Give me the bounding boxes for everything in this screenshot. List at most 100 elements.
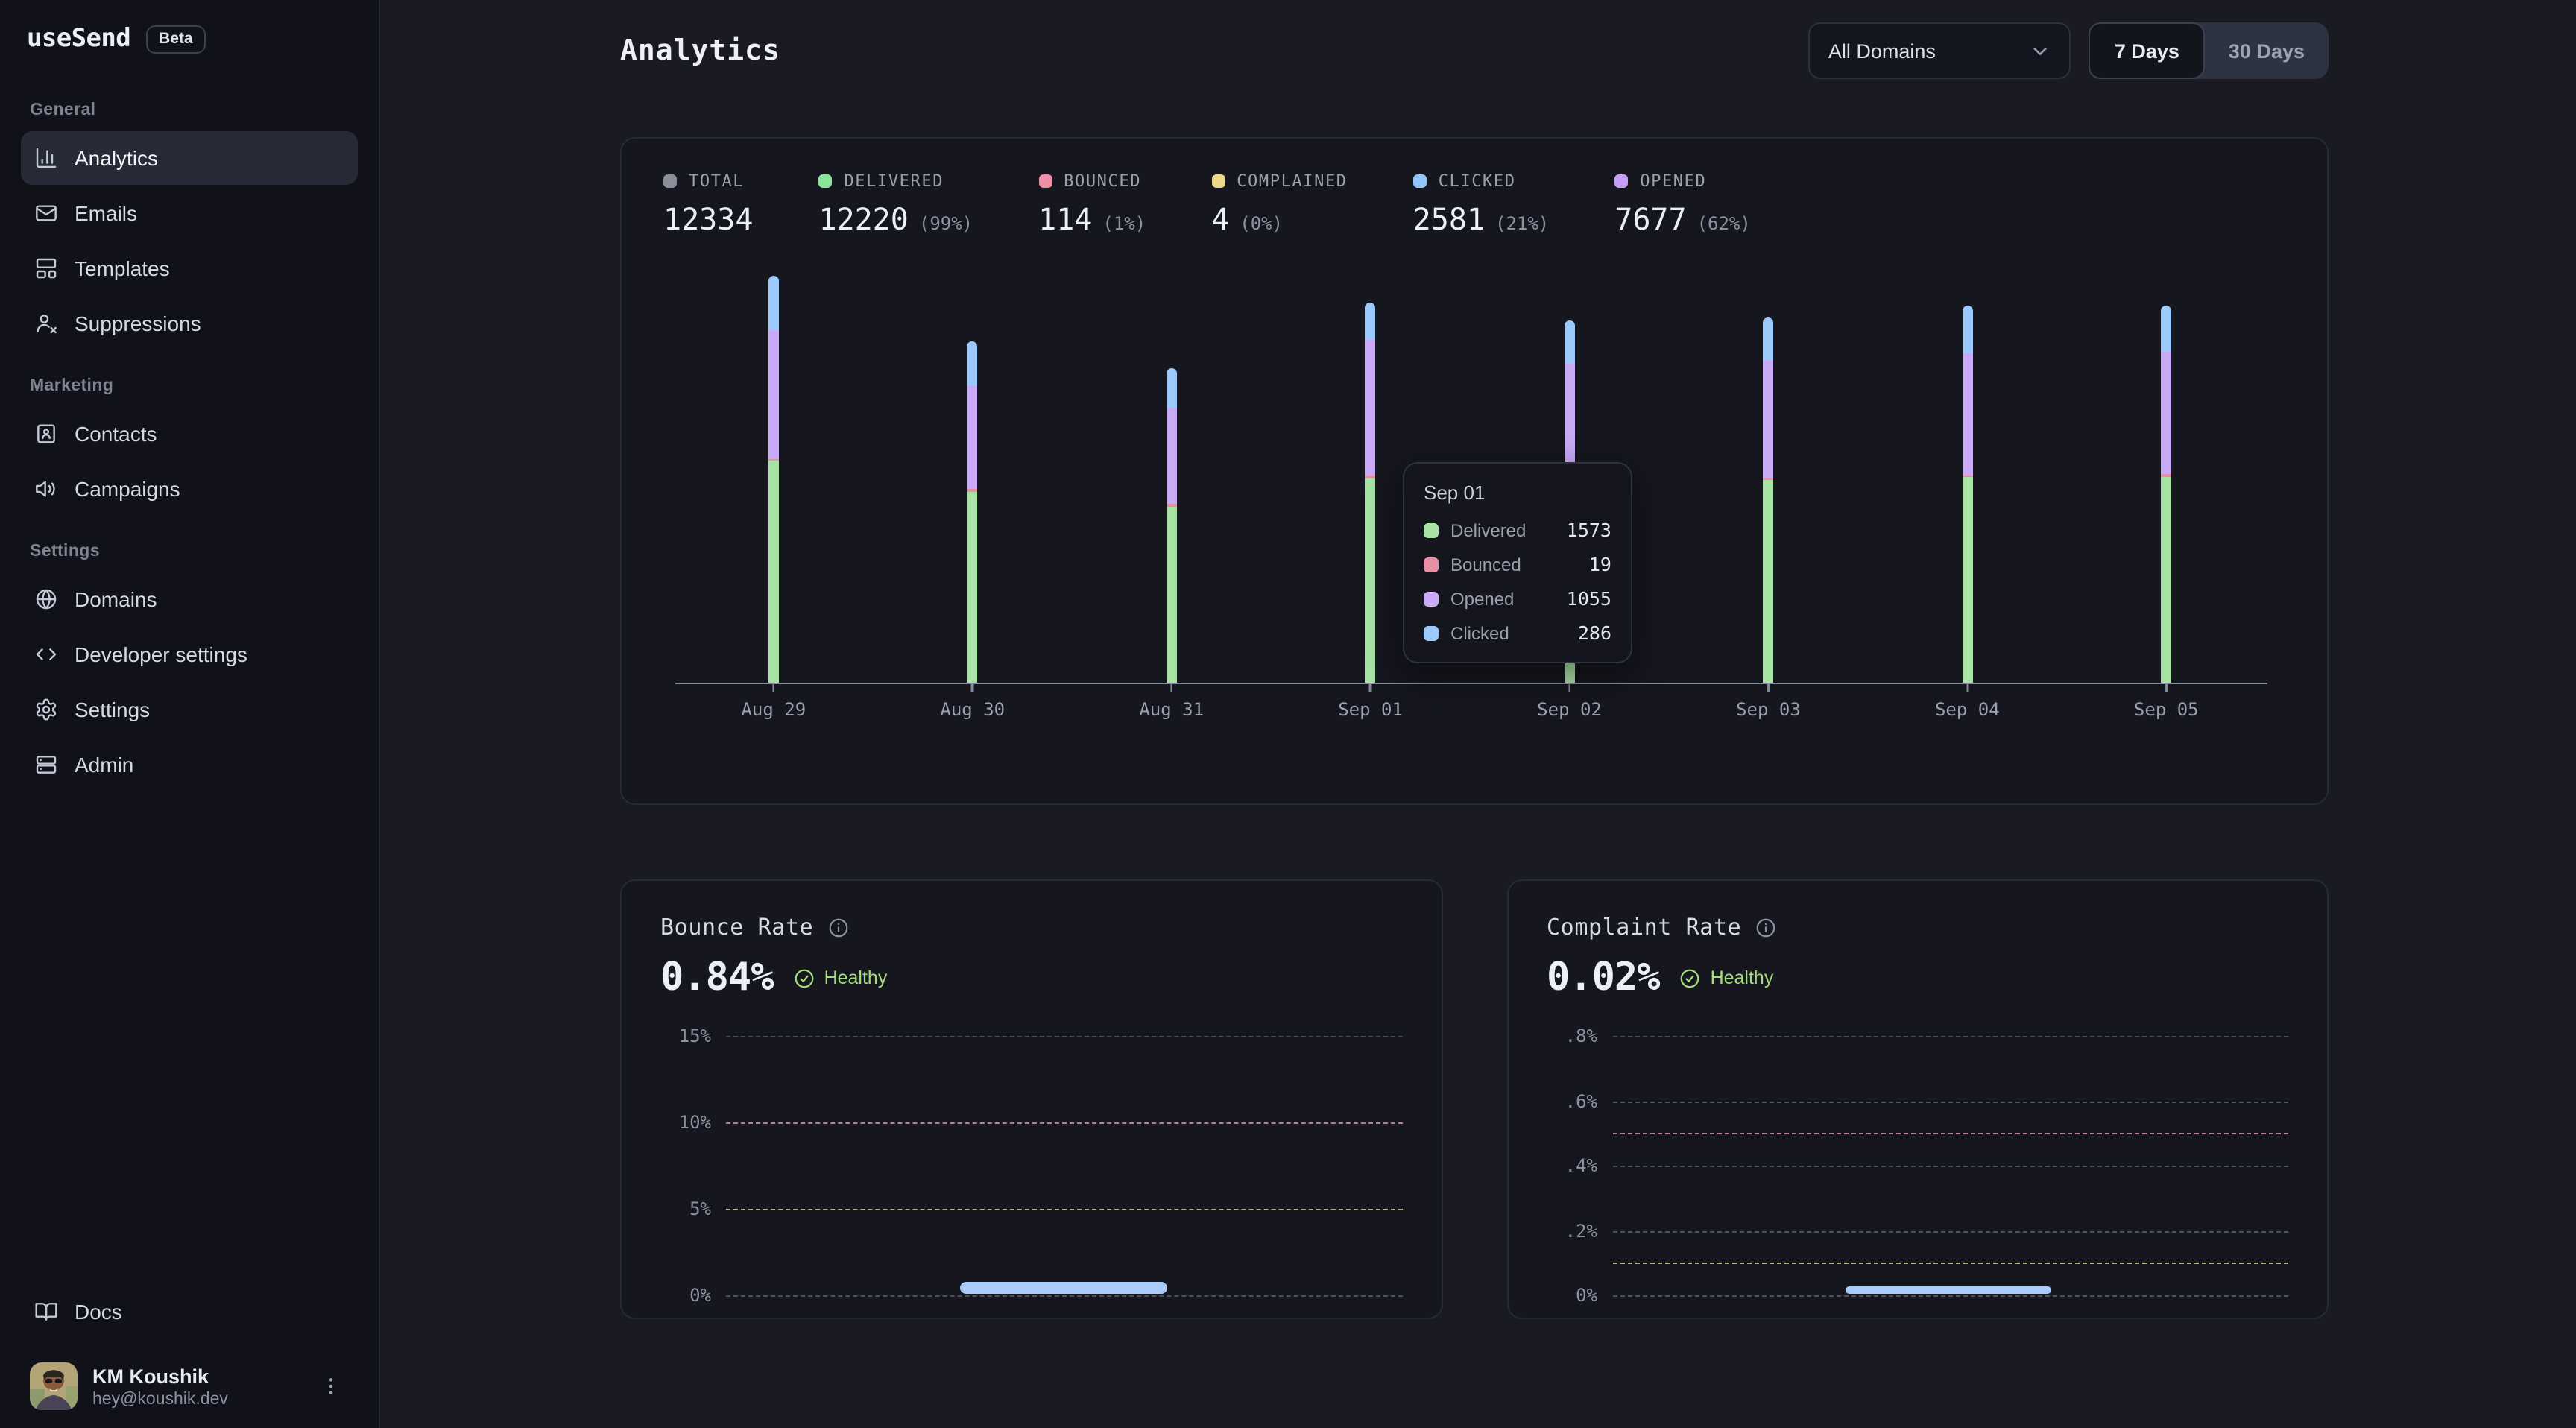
x-axis-tick [772, 684, 774, 692]
sidebar-item-campaigns[interactable]: Campaigns [21, 462, 358, 516]
tooltip-swatch [1424, 557, 1439, 572]
gear-icon [34, 698, 58, 721]
stat-dot [1614, 174, 1628, 188]
tooltip-row-opened: Opened1055 [1424, 587, 1611, 610]
book-open-icon [34, 1300, 58, 1324]
stat-total: TOTAL12334 [663, 171, 753, 237]
bar-segment-opened [2161, 351, 2171, 474]
threshold-line-warning [1612, 1263, 2288, 1265]
complaint-rate-title: Complaint Rate [1547, 914, 1741, 941]
y-axis-label: 0% [660, 1285, 711, 1306]
y-axis-label: 0% [1547, 1285, 1597, 1306]
stat-bounced: BOUNCED114(1%) [1038, 171, 1146, 237]
sidebar-item-label: Campaigns [75, 477, 180, 501]
stat-delivered: DELIVERED12220(99%) [818, 171, 973, 237]
app-window: useSend Beta General Analytics Emails Templ… [0, 0, 2576, 1428]
range-option-7-days[interactable]: 7 Days [2089, 22, 2205, 79]
tooltip-value: 286 [1578, 622, 1611, 644]
sidebar-item-developer-settings[interactable]: Developer settings [21, 628, 358, 681]
avatar [30, 1362, 78, 1410]
sidebar-item-contacts[interactable]: Contacts [21, 407, 358, 461]
stat-label: COMPLAINED [1237, 171, 1347, 191]
gridline [1612, 1101, 2288, 1102]
stat-dot [1038, 174, 1052, 188]
complaint-rate-card: Complaint Rate 0.02% Healthy .8%.6%.4%.2… [1506, 879, 2329, 1319]
user-menu-kebab-icon[interactable] [313, 1368, 349, 1404]
y-axis-label: .4% [1547, 1155, 1597, 1176]
beta-badge: Beta [145, 25, 206, 53]
stat-value: 4 [1211, 201, 1229, 237]
sidebar-item-templates[interactable]: Templates [21, 241, 358, 295]
section-label-general: General [21, 101, 358, 119]
tooltip-swatch [1424, 625, 1439, 640]
sidebar-item-domains[interactable]: Domains [21, 572, 358, 626]
topbar: Analytics All Domains 7 Days30 Days [380, 0, 2576, 79]
tooltip-row-bounced: Bounced19 [1424, 553, 1611, 575]
stat-value: 114 [1038, 201, 1092, 237]
range-option-30-days[interactable]: 30 Days [2205, 22, 2329, 79]
sidebar-item-settings[interactable]: Settings [21, 683, 358, 736]
stat-value: 7677 [1614, 201, 1686, 237]
threshold-line-danger [1612, 1134, 2288, 1135]
bar-segment-clicked [1565, 320, 1575, 364]
x-axis-tick [971, 684, 973, 692]
bar-aug-31[interactable] [1167, 368, 1177, 683]
stat-label: BOUNCED [1064, 171, 1141, 191]
bar-segment-clicked [967, 342, 978, 386]
x-axis-tick [1170, 684, 1172, 692]
user-profile[interactable]: KM Koushik hey@koushik.dev [21, 1353, 358, 1413]
sidebar-item-admin[interactable]: Admin [21, 738, 358, 792]
bounce-health-badge: Healthy [793, 967, 888, 989]
stat-dot [1413, 174, 1427, 188]
sidebar-item-docs[interactable]: Docs [21, 1285, 358, 1339]
sidebar-item-label: Analytics [75, 146, 158, 170]
rate-cards-row: Bounce Rate 0.84% Healthy 15%10%5%0% [620, 879, 2329, 1319]
logo: useSend Beta [21, 3, 358, 75]
info-icon[interactable] [827, 916, 849, 938]
sidebar-item-label: Contacts [75, 422, 157, 446]
gridline [1612, 1230, 2288, 1232]
rate-indicator-bar [1846, 1286, 2051, 1294]
tooltip-row-clicked: Clicked286 [1424, 622, 1611, 644]
date-range-toggle: 7 Days30 Days [2089, 22, 2329, 79]
x-axis-label: Sep 05 [2134, 699, 2199, 720]
bar-segment-delivered [1167, 506, 1177, 683]
tooltip-swatch [1424, 522, 1439, 537]
x-axis-line [675, 682, 2267, 684]
bounce-rate-card: Bounce Rate 0.84% Healthy 15%10%5%0% [620, 879, 1442, 1319]
megaphone-icon [34, 477, 58, 501]
x-axis-tick [1568, 684, 1570, 692]
check-circle-icon [793, 967, 815, 989]
mini-chart-plot [726, 1021, 1402, 1313]
bar-segment-opened [1366, 339, 1376, 476]
sidebar-item-emails[interactable]: Emails [21, 186, 358, 240]
y-axis-label: .8% [1547, 1026, 1597, 1046]
sidebar: useSend Beta General Analytics Emails Templ… [0, 0, 380, 1428]
stat-label: CLICKED [1439, 171, 1516, 191]
rate-indicator-bar [960, 1282, 1167, 1294]
info-icon[interactable] [1755, 916, 1777, 938]
stat-complained: COMPLAINED4(0%) [1211, 171, 1347, 237]
bar-sep-04[interactable] [1962, 306, 1972, 683]
sidebar-item-analytics[interactable]: Analytics [21, 131, 358, 185]
sidebar-nav: General Analytics Emails TemplatesSuppressi… [21, 75, 358, 793]
bar-sep-01[interactable] [1366, 303, 1376, 683]
bar-chart-icon [34, 146, 58, 170]
sidebar-item-label: Emails [75, 201, 137, 225]
domain-filter-select[interactable]: All Domains [1809, 22, 2071, 79]
bar-sep-05[interactable] [2161, 306, 2171, 683]
stat-label: DELIVERED [844, 171, 944, 191]
stat-value: 12334 [663, 201, 753, 237]
bar-segment-delivered [1366, 478, 1376, 683]
bar-sep-03[interactable] [1763, 317, 1773, 683]
check-circle-icon [1679, 967, 1702, 989]
sidebar-item-suppressions[interactable]: Suppressions [21, 297, 358, 350]
section-label-settings: Settings [21, 543, 358, 560]
stat-clicked: CLICKED2581(21%) [1413, 171, 1550, 237]
bar-aug-30[interactable] [967, 342, 978, 683]
y-axis-label: .6% [1547, 1090, 1597, 1111]
sidebar-item-label: Docs [75, 1300, 122, 1324]
x-axis-label: Sep 04 [1935, 699, 2000, 720]
bar-aug-29[interactable] [768, 276, 779, 683]
page-title: Analytics [620, 34, 780, 67]
